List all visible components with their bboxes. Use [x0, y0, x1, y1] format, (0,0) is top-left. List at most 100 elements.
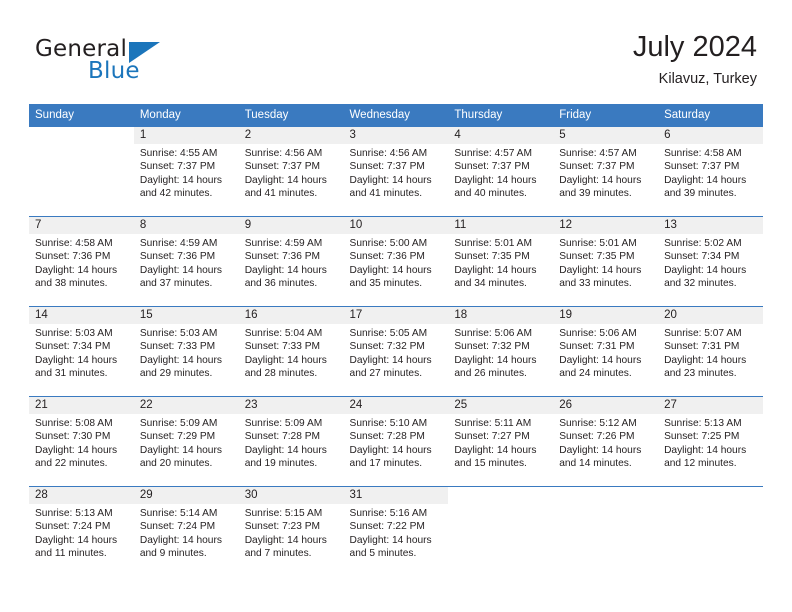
day-number: 5 — [553, 127, 659, 144]
calendar-cell[interactable]: 28 Sunrise: 5:13 AM Sunset: 7:24 PM Dayligh… — [29, 486, 134, 576]
calendar-cell[interactable]: 11 Sunrise: 5:01 AM Sunset: 7:35 PM Dayligh… — [448, 216, 554, 307]
calendar-cell[interactable]: 30 Sunrise: 5:15 AM Sunset: 7:23 PM Dayligh… — [238, 486, 344, 576]
daylight-text-line1: Daylight: 14 hours — [664, 174, 747, 186]
day-number: 23 — [238, 397, 344, 414]
daylight-text-line2: and 34 minutes. — [454, 278, 527, 290]
daylight-text-line1: Daylight: 14 hours — [139, 264, 222, 276]
daylight-text-line1: Daylight: 14 hours — [454, 354, 537, 366]
sunset-text: Sunset: 7:33 PM — [139, 341, 216, 353]
calendar-cell[interactable]: 8 Sunrise: 4:59 AM Sunset: 7:36 PM Daylight… — [133, 216, 239, 307]
day-details: Sunrise: 5:07 AM Sunset: 7:31 PM Daylight:… — [658, 324, 763, 381]
sunrise-text: Sunrise: 5:12 AM — [559, 418, 637, 429]
day-number: 13 — [658, 217, 763, 234]
calendar-cell[interactable]: 18 Sunrise: 5:06 AM Sunset: 7:32 PM Dayligh… — [448, 306, 554, 397]
calendar-cell[interactable]: 26 Sunrise: 5:12 AM Sunset: 7:26 PM Dayligh… — [553, 396, 659, 487]
sunset-text: Sunset: 7:34 PM — [664, 251, 740, 263]
calendar-week-row: 7 Sunrise: 4:58 AM Sunset: 7:36 PM Daylight… — [29, 216, 763, 307]
calendar-cell[interactable]: 6 Sunrise: 4:58 AM Sunset: 7:37 PM Daylight… — [658, 127, 763, 217]
sunset-text: Sunset: 7:37 PM — [244, 161, 321, 173]
day-number — [448, 487, 553, 504]
calendar-cell[interactable] — [553, 486, 659, 576]
calendar-cell[interactable]: 14 Sunrise: 5:03 AM Sunset: 7:34 PM Dayligh… — [29, 306, 134, 397]
daylight-text-line2: and 41 minutes. — [349, 188, 423, 200]
calendar-cell[interactable]: 16 Sunrise: 5:04 AM Sunset: 7:33 PM Dayligh… — [238, 306, 344, 397]
day-number: 19 — [553, 307, 659, 324]
daylight-text-line2: and 27 minutes. — [349, 368, 423, 380]
calendar-cell[interactable]: 20 Sunrise: 5:07 AM Sunset: 7:31 PM Dayligh… — [658, 306, 763, 397]
calendar-week-row: 14 Sunrise: 5:03 AM Sunset: 7:34 PM Dayligh… — [29, 306, 763, 397]
daylight-text-line1: Daylight: 14 hours — [559, 354, 642, 366]
calendar-cell[interactable] — [448, 486, 554, 576]
day-details: Sunrise: 5:13 AM Sunset: 7:25 PM Daylight:… — [658, 414, 763, 471]
calendar-week-row: 28 Sunrise: 5:13 AM Sunset: 7:24 PM Dayligh… — [29, 486, 763, 576]
weekday-header-thursday: Thursday — [448, 104, 554, 127]
sunrise-text: Sunrise: 5:02 AM — [664, 238, 742, 249]
day-cell: 12 Sunrise: 5:01 AM Sunset: 7:35 PM Dayligh… — [553, 217, 659, 306]
calendar-cell[interactable]: 17 Sunrise: 5:05 AM Sunset: 7:32 PM Dayligh… — [343, 306, 449, 397]
calendar-cell[interactable]: 1 Sunrise: 4:55 AM Sunset: 7:37 PM Daylight… — [133, 127, 239, 217]
sunset-text: Sunset: 7:26 PM — [559, 431, 635, 443]
sunset-text: Sunset: 7:29 PM — [139, 431, 216, 443]
sunset-text: Sunset: 7:22 PM — [349, 521, 425, 533]
day-details: Sunrise: 4:58 AM Sunset: 7:36 PM Daylight:… — [29, 234, 134, 291]
calendar-cell[interactable]: 24 Sunrise: 5:10 AM Sunset: 7:28 PM Dayligh… — [343, 396, 449, 487]
day-number — [553, 487, 658, 504]
daylight-text-line2: and 39 minutes. — [559, 188, 632, 200]
daylight-text-line2: and 31 minutes. — [35, 368, 108, 380]
day-number: 7 — [29, 217, 134, 234]
sunrise-text: Sunrise: 5:00 AM — [349, 238, 428, 249]
daylight-text-line1: Daylight: 14 hours — [664, 354, 747, 366]
sunrise-text: Sunrise: 5:07 AM — [664, 328, 742, 339]
day-cell: 21 Sunrise: 5:08 AM Sunset: 7:30 PM Dayligh… — [29, 397, 134, 486]
page-title: July 2024 — [632, 31, 757, 63]
calendar-cell[interactable]: 21 Sunrise: 5:08 AM Sunset: 7:30 PM Dayligh… — [29, 396, 134, 487]
calendar-cell[interactable]: 9 Sunrise: 4:59 AM Sunset: 7:36 PM Daylight… — [238, 216, 344, 307]
daylight-text-line2: and 29 minutes. — [139, 368, 213, 380]
daylight-text-line2: and 20 minutes. — [139, 458, 213, 470]
sunset-text: Sunset: 7:24 PM — [35, 521, 111, 533]
general-blue-logo[interactable]: General Blue — [35, 36, 255, 92]
day-number: 14 — [29, 307, 134, 324]
calendar-cell[interactable]: 19 Sunrise: 5:06 AM Sunset: 7:31 PM Dayligh… — [553, 306, 659, 397]
calendar-cell[interactable]: 23 Sunrise: 5:09 AM Sunset: 7:28 PM Dayligh… — [238, 396, 344, 487]
sunrise-text: Sunrise: 4:58 AM — [35, 238, 113, 249]
daylight-text-line1: Daylight: 14 hours — [35, 264, 118, 276]
calendar-cell[interactable]: 25 Sunrise: 5:11 AM Sunset: 7:27 PM Dayligh… — [448, 396, 554, 487]
daylight-text-line2: and 37 minutes. — [139, 278, 213, 290]
calendar-cell[interactable] — [29, 127, 134, 217]
calendar-cell[interactable]: 27 Sunrise: 5:13 AM Sunset: 7:25 PM Dayligh… — [658, 396, 763, 487]
calendar-cell[interactable] — [658, 486, 763, 576]
calendar-cell[interactable]: 29 Sunrise: 5:14 AM Sunset: 7:24 PM Dayligh… — [133, 486, 239, 576]
sunset-text: Sunset: 7:33 PM — [244, 341, 321, 353]
day-cell: 17 Sunrise: 5:05 AM Sunset: 7:32 PM Dayligh… — [343, 307, 449, 396]
daylight-text-line1: Daylight: 14 hours — [349, 534, 432, 546]
day-number: 12 — [553, 217, 659, 234]
day-details: Sunrise: 4:56 AM Sunset: 7:37 PM Daylight:… — [239, 144, 344, 201]
calendar-cell[interactable]: 22 Sunrise: 5:09 AM Sunset: 7:29 PM Dayligh… — [133, 396, 239, 487]
calendar-cell[interactable]: 2 Sunrise: 4:56 AM Sunset: 7:37 PM Daylight… — [238, 127, 344, 217]
daylight-text-line1: Daylight: 14 hours — [349, 174, 432, 186]
calendar-cell[interactable]: 12 Sunrise: 5:01 AM Sunset: 7:35 PM Dayligh… — [553, 216, 659, 307]
calendar-cell[interactable]: 3 Sunrise: 4:56 AM Sunset: 7:37 PM Daylight… — [343, 127, 449, 217]
day-number: 9 — [238, 217, 344, 234]
calendar-cell[interactable]: 15 Sunrise: 5:03 AM Sunset: 7:33 PM Dayligh… — [133, 306, 239, 397]
calendar-cell[interactable]: 4 Sunrise: 4:57 AM Sunset: 7:37 PM Daylight… — [448, 127, 554, 217]
sunrise-text: Sunrise: 5:03 AM — [139, 328, 218, 339]
sunrise-text: Sunrise: 4:55 AM — [139, 148, 218, 159]
day-cell: 10 Sunrise: 5:00 AM Sunset: 7:36 PM Dayligh… — [343, 217, 449, 306]
sunrise-text: Sunrise: 5:01 AM — [559, 238, 637, 249]
day-details: Sunrise: 5:09 AM Sunset: 7:28 PM Daylight:… — [239, 414, 344, 471]
day-details: Sunrise: 5:16 AM Sunset: 7:22 PM Daylight:… — [344, 504, 449, 561]
calendar-cell[interactable]: 31 Sunrise: 5:16 AM Sunset: 7:22 PM Dayligh… — [343, 486, 449, 576]
calendar-cell[interactable]: 5 Sunrise: 4:57 AM Sunset: 7:37 PM Daylight… — [553, 127, 659, 217]
calendar-cell[interactable]: 7 Sunrise: 4:58 AM Sunset: 7:36 PM Daylight… — [29, 216, 134, 307]
day-details: Sunrise: 4:58 AM Sunset: 7:37 PM Daylight:… — [658, 144, 763, 201]
day-number: 15 — [133, 307, 239, 324]
daylight-text-line1: Daylight: 14 hours — [244, 174, 327, 186]
daylight-text-line2: and 5 minutes. — [349, 548, 417, 560]
calendar-cell[interactable]: 10 Sunrise: 5:00 AM Sunset: 7:36 PM Dayligh… — [343, 216, 449, 307]
day-cell: 24 Sunrise: 5:10 AM Sunset: 7:28 PM Dayligh… — [343, 397, 449, 486]
calendar-cell[interactable]: 13 Sunrise: 5:02 AM Sunset: 7:34 PM Dayligh… — [658, 216, 763, 307]
day-number: 18 — [448, 307, 554, 324]
day-details — [553, 504, 658, 507]
